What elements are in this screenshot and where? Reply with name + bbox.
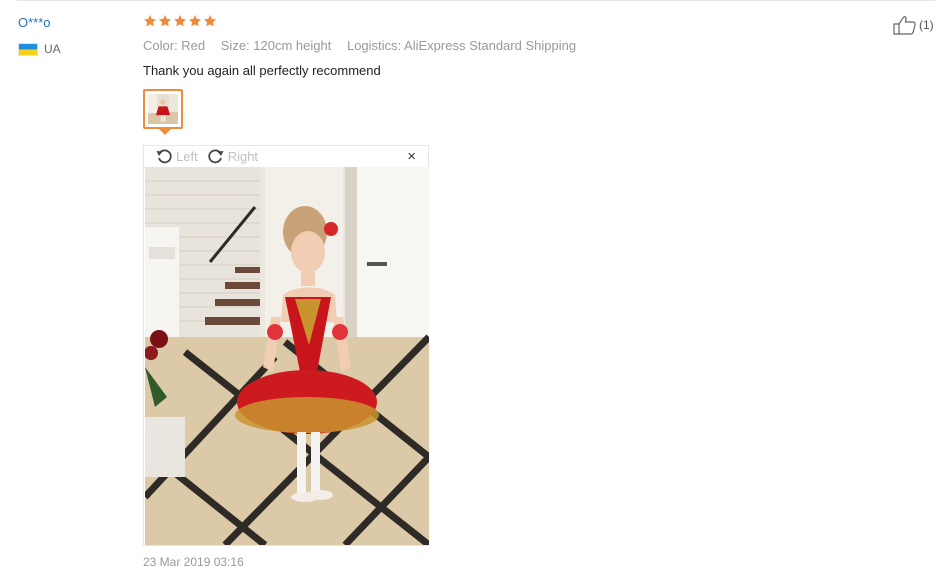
review-photo [145,167,429,545]
sku-size: Size: 120cm height [220,38,332,53]
rotate-left-button[interactable]: Left [156,148,198,164]
rotate-right-icon [208,149,224,164]
rotate-left-icon [156,149,172,164]
star-icon [159,15,171,27]
star-icon [204,15,216,27]
review-photo-thumbnail[interactable] [143,89,183,129]
rotate-right-button[interactable]: Right [208,148,258,164]
thumbnail-pointer [159,129,171,135]
photo-viewer: Left Right × [143,145,429,546]
star-rating [143,14,217,28]
top-divider [17,0,935,1]
thumbnail-image [148,94,178,124]
helpful-count: (1) [919,18,934,32]
sku-info: Color: Red Size: 120cm height Logistics:… [143,38,588,53]
review-date: 23 Mar 2019 03:16 [143,555,244,569]
country-code: UA [44,42,61,56]
sku-logistics: Logistics: AliExpress Standard Shipping [346,38,577,53]
helpful-button[interactable]: (1) [893,15,934,35]
feedback-text: Thank you again all perfectly recommend [143,63,381,78]
thumbs-up-icon [893,16,916,35]
ukraine-flag-icon [18,42,38,56]
star-icon [189,15,201,27]
rotate-left-label: Left [176,148,198,164]
star-icon [174,15,186,27]
close-icon[interactable]: × [407,148,416,165]
rotate-right-label: Right [227,148,259,164]
buyer-country: UA [18,42,61,56]
buyer-name[interactable]: O***o [18,15,51,30]
star-icon [144,15,156,27]
viewer-toolbar: Left Right × [144,146,428,166]
sku-color: Color: Red [143,38,206,53]
